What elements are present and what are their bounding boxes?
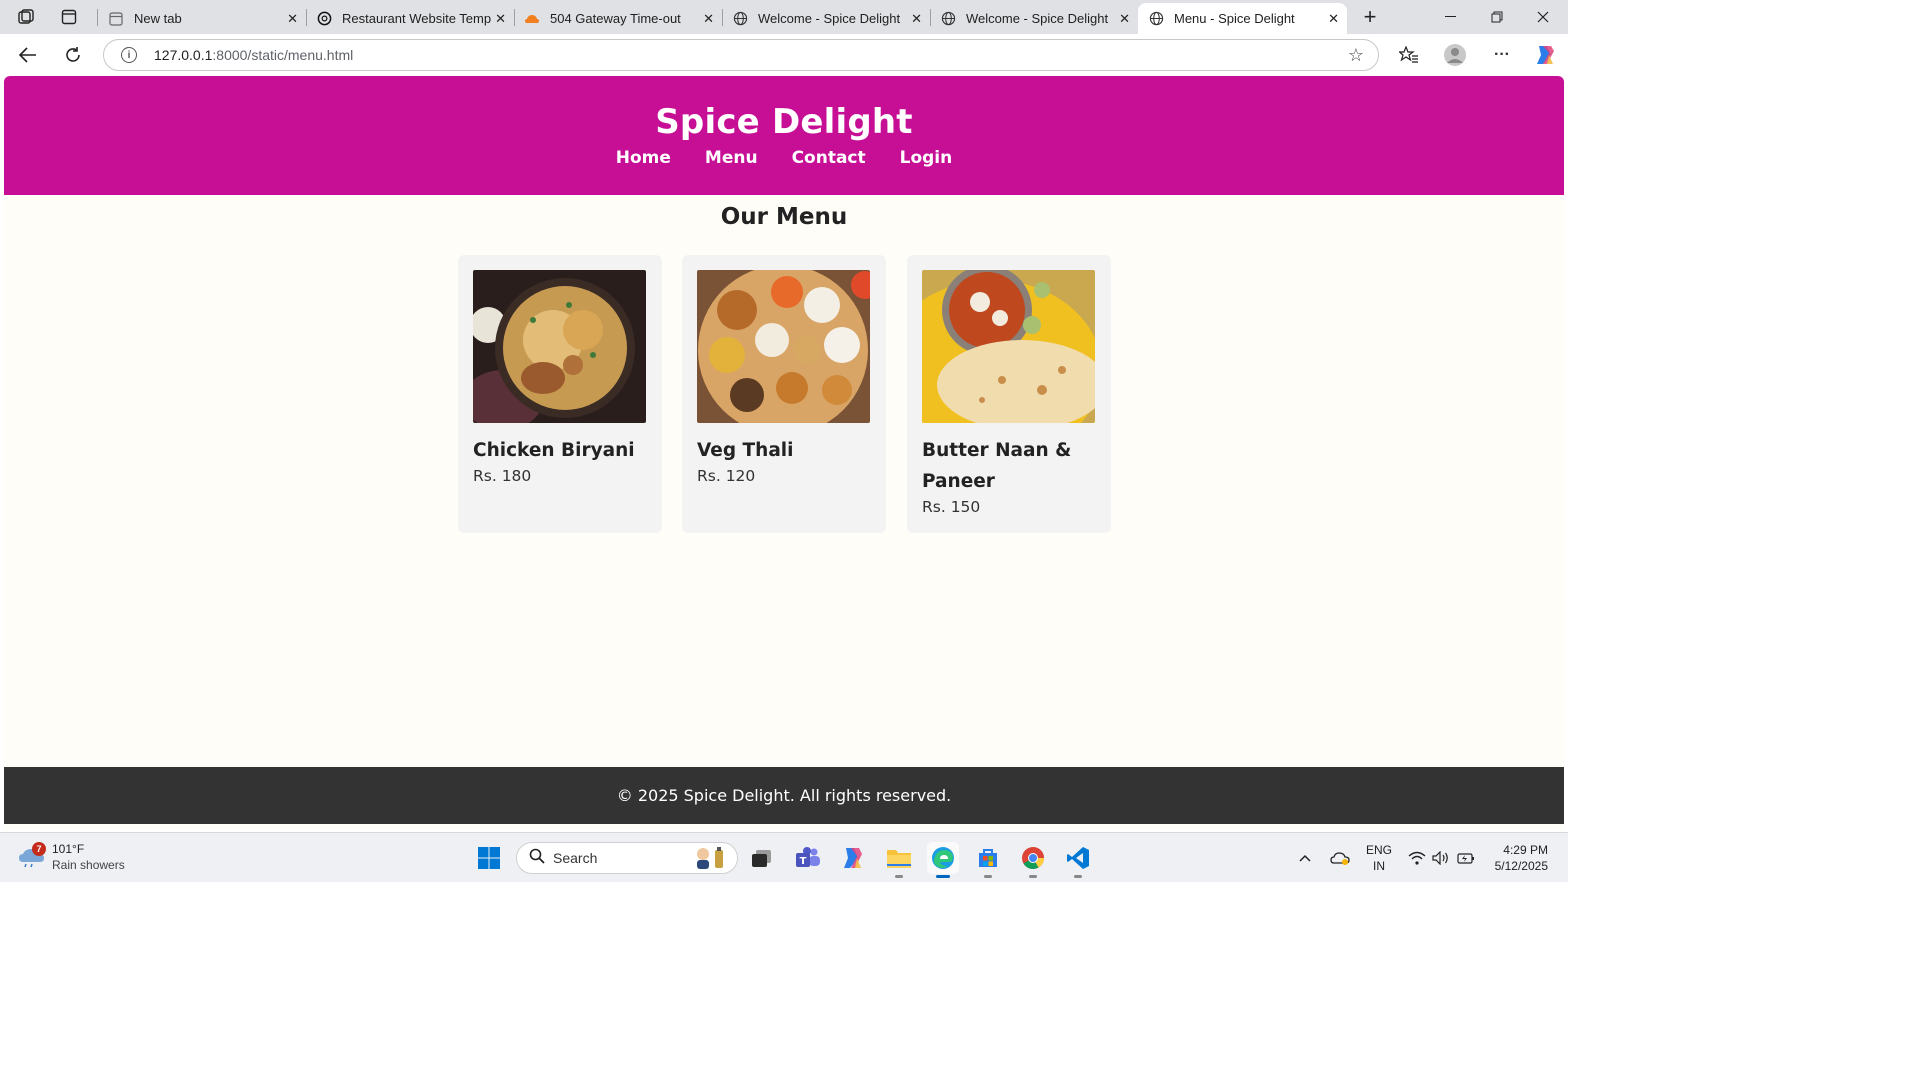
profile-avatar-icon[interactable] [1442,42,1468,68]
weather-widget[interactable]: 7 101°F Rain showers [18,841,125,873]
onedrive-sync-icon[interactable] [1330,833,1350,883]
tab-title: Welcome - Spice Delight [758,11,901,26]
file-explorer-icon[interactable] [883,842,915,878]
tab-title: Menu - Spice Delight [1174,11,1295,26]
search-highlight-icon [691,844,727,873]
tab-title: New tab [134,11,182,26]
site-nav: Home Menu Contact Login [4,148,1564,168]
taskbar-search-box[interactable]: Search [516,842,738,874]
nav-link-menu[interactable]: Menu [705,148,758,168]
tab-welcome-2[interactable]: Welcome - Spice Delight ✕ [930,3,1138,34]
minimize-icon[interactable] [1427,0,1473,34]
tab-title: Restaurant Website Templa [342,11,492,26]
tab-new-tab[interactable]: New tab ✕ [98,3,306,34]
cloud-icon [524,11,540,27]
globe-icon [732,11,748,27]
item-name: Chicken Biryani [473,440,635,461]
menu-card-chicken-biryani: Chicken Biryani Rs. 180 [458,255,662,533]
close-tab-icon[interactable]: ✕ [1119,11,1130,27]
address-bar[interactable]: i 127.0.0.1:8000/static/menu.html ☆ [103,39,1379,71]
menu-cards: Chicken Biryani Rs. 180 Veg Thali Rs. 12… [4,255,1564,535]
chicken-biryani-image [473,270,646,423]
browser-tab-strip: New tab ✕ Restaurant Website Templa ✕ 50… [0,0,1568,34]
task-view-icon[interactable] [746,842,778,874]
close-window-icon[interactable] [1520,0,1566,34]
region-code: IN [1373,859,1385,873]
copilot-icon[interactable] [1532,42,1558,68]
menu-heading: Our Menu [720,204,848,230]
tab-menu-active[interactable]: Menu - Spice Delight ✕ [1138,3,1347,34]
clock-date: 5/12/2025 [1494,859,1548,873]
workspaces-icon[interactable] [8,2,44,32]
copilot-taskbar-icon[interactable] [837,842,869,874]
battery-icon[interactable] [1457,833,1475,883]
tab-welcome-1[interactable]: Welcome - Spice Delight ✕ [722,3,930,34]
new-tab-plus-icon[interactable]: + [1352,2,1388,32]
nav-link-home[interactable]: Home [616,148,671,168]
teams-icon[interactable]: T [792,842,824,874]
more-options-icon[interactable]: ··· [1489,42,1515,68]
favorites-icon[interactable] [1396,42,1422,68]
globe-icon [1148,11,1164,27]
url-host: 127.0.0.1 [154,47,213,63]
favorite-star-icon[interactable]: ☆ [1348,45,1364,66]
tab-actions-icon[interactable] [51,2,87,32]
globe-icon [940,11,956,27]
chrome-icon[interactable] [1017,842,1049,878]
menu-card-butter-naan-paneer: Butter Naan & Paneer Rs. 150 [907,255,1111,533]
vscode-icon[interactable] [1062,842,1094,878]
weather-description: Rain showers [52,858,125,872]
svg-text:T: T [800,856,807,867]
item-name: Butter Naan & Paneer [922,440,1072,492]
language-indicator[interactable]: ENG IN [1366,842,1392,874]
microsoft-store-icon[interactable] [972,842,1004,878]
menu-card-veg-thali: Veg Thali Rs. 120 [682,255,886,533]
butter-naan-paneer-image [922,270,1095,423]
tab-gateway-timeout[interactable]: 504 Gateway Time-out ✕ [514,3,722,34]
restore-icon[interactable] [1474,0,1520,34]
weather-alert-badge: 7 [32,842,46,856]
veg-thali-image [697,270,870,423]
refresh-icon[interactable] [58,40,88,70]
new-tab-icon [108,11,124,27]
close-tab-icon[interactable]: ✕ [495,11,506,27]
wifi-icon[interactable] [1408,833,1426,883]
system-clock[interactable]: 4:29 PM 5/12/2025 [1495,842,1548,874]
search-placeholder: Search [553,850,598,866]
temperature: 101°F [52,842,85,856]
close-tab-icon[interactable]: ✕ [287,11,298,27]
close-tab-icon[interactable]: ✕ [1328,11,1339,27]
windows-taskbar: 7 101°F Rain showers Search T ENG IN 4:2… [0,832,1568,882]
site-header: Spice Delight Home Menu Contact Login [4,76,1564,195]
web-page: Spice Delight Home Menu Contact Login Ou… [4,76,1564,830]
site-footer: © 2025 Spice Delight. All rights reserve… [4,767,1564,824]
clock-time: 4:29 PM [1503,843,1548,857]
rain-cloud-icon: 7 [18,842,46,868]
item-price: Rs. 150 [922,498,981,516]
close-tab-icon[interactable]: ✕ [703,11,714,27]
nav-link-contact[interactable]: Contact [792,148,866,168]
edge-icon[interactable] [927,842,959,878]
volume-icon[interactable] [1432,833,1450,883]
tab-title: 504 Gateway Time-out [550,11,681,26]
item-price: Rs. 180 [473,467,532,485]
tab-restaurant-template[interactable]: Restaurant Website Templa ✕ [306,3,514,34]
search-icon [529,848,545,868]
site-info-icon[interactable]: i [121,47,137,63]
url-path: :8000/static/menu.html [212,47,354,63]
item-price: Rs. 120 [697,467,756,485]
tab-title: Welcome - Spice Delight [966,11,1109,26]
item-name: Veg Thali [697,440,794,461]
site-title: Spice Delight [655,102,913,142]
nav-link-login[interactable]: Login [900,148,953,168]
back-arrow-icon[interactable] [13,40,43,70]
tray-overflow-icon[interactable] [1298,833,1312,883]
browser-toolbar: i 127.0.0.1:8000/static/menu.html ☆ ··· [0,34,1568,76]
close-tab-icon[interactable]: ✕ [911,11,922,27]
language-code: ENG [1366,843,1393,857]
chatgpt-icon [316,11,332,27]
windows-start-icon[interactable] [473,842,505,874]
